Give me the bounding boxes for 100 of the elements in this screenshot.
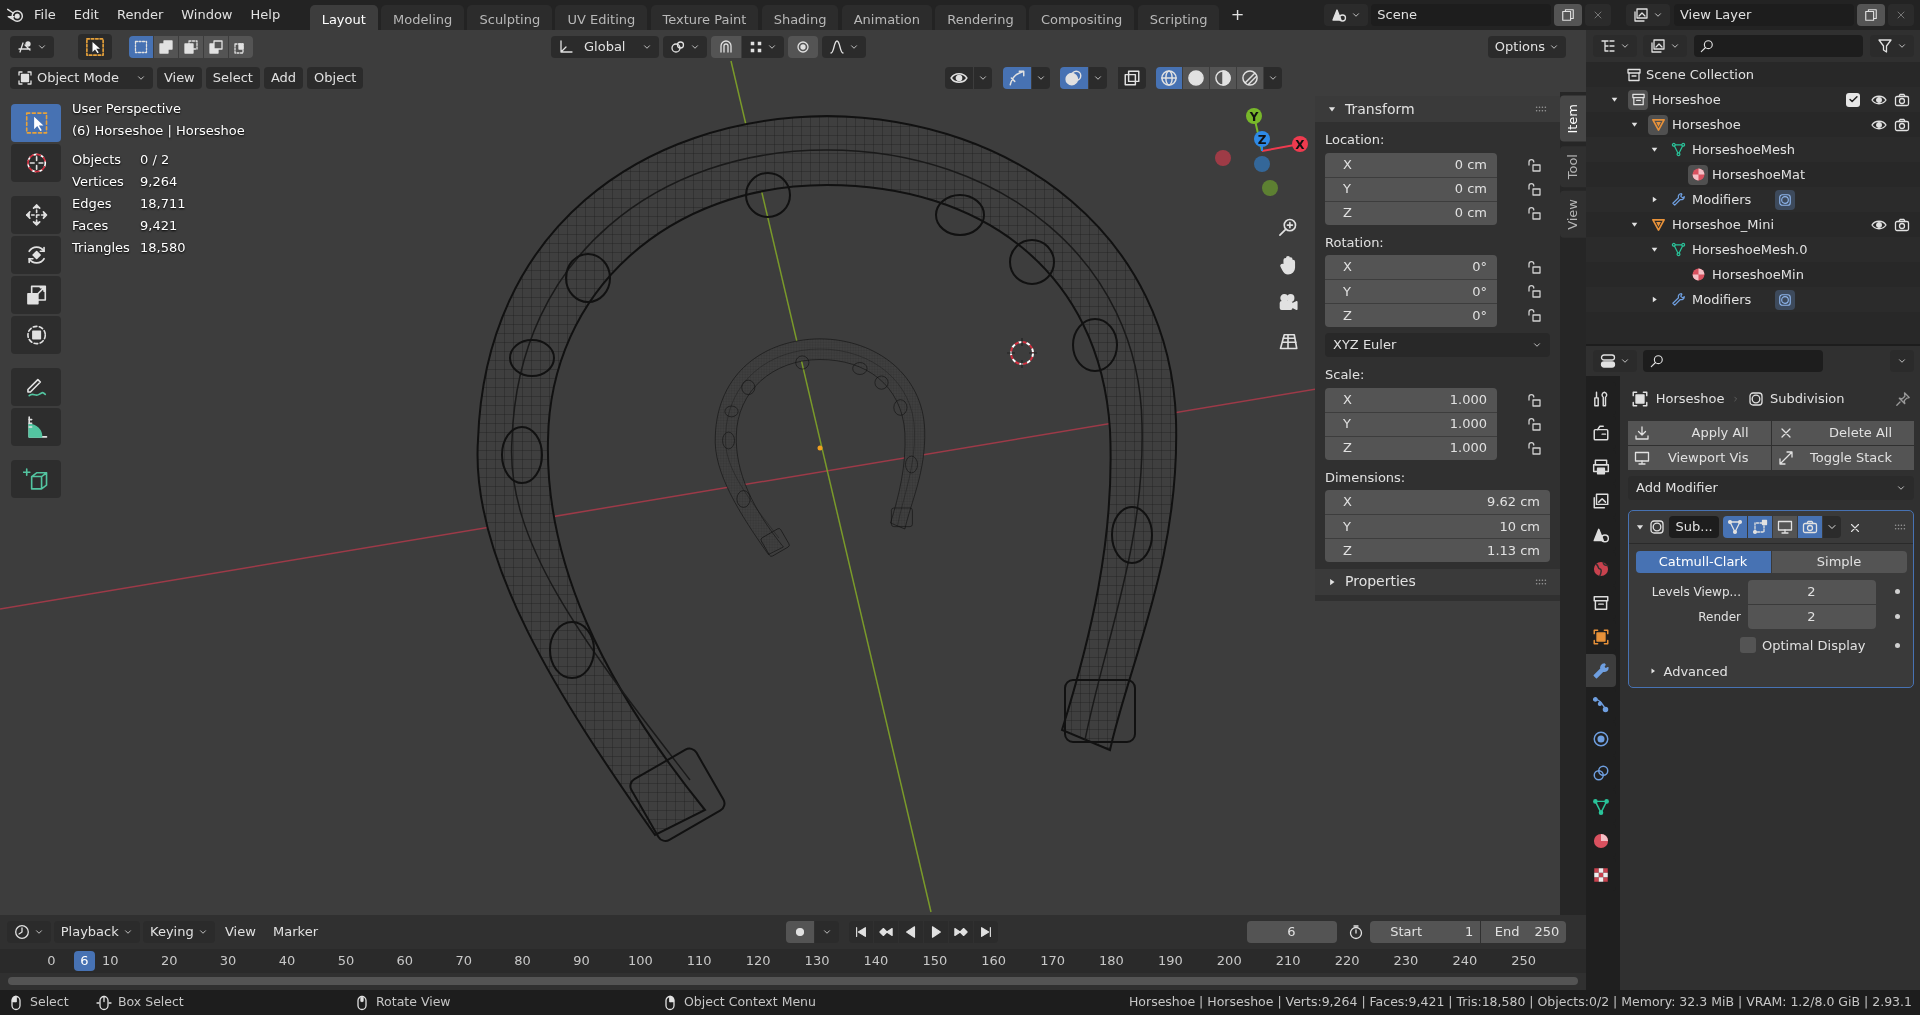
tree-item-label[interactable]: Modifiers [1692,189,1752,210]
action-button[interactable]: Delete All [1771,420,1914,445]
frame-number: 210 [1275,953,1301,969]
rotation-mode-dropdown[interactable]: XYZ Euler [1325,333,1550,357]
menu-item[interactable]: Add [263,66,304,89]
tree-item-label[interactable]: HorseshoeMat [1712,164,1806,185]
menu-item[interactable]: Object [307,66,364,89]
scene-field[interactable]: Scene [1370,4,1551,26]
menu-item[interactable]: Select [205,66,260,89]
hint-label: Object Context Menu [684,993,816,1012]
stat-label: Edges [72,195,113,214]
scene-statistics: Horseshoe | Horseshoe | Verts:9,264 | Faces:9,421 | Tris:18,580 | Objects:0/2 | Memory: 32.3 MiB | VRAM: 1.2/8.0 GiB | 2.93.1 [1128,993,1912,1012]
menu-item[interactable]: Marker [266,921,325,943]
frame-number: 60 [396,953,414,969]
number-field[interactable]: Y 0 cm [1325,176,1497,201]
subdivision-type-button[interactable]: Simple [1771,550,1907,573]
menu-item[interactable]: Window [173,3,241,27]
frame-number: 100 [627,953,653,969]
modifier-name: Subdivision [1770,390,1845,409]
menu-item[interactable]: Help [242,3,289,27]
current-frame-indicator[interactable]: 6 [74,951,95,971]
workspace-tab[interactable]: UV Editing [555,5,648,30]
number-field[interactable]: X 9.62 cm [1325,490,1550,514]
number-field[interactable]: Z 1.13 cm [1325,538,1550,562]
frame-number: 50 [337,953,355,969]
object-name: Horseshoe [1655,390,1725,409]
number-field[interactable]: Z 0 cm [1325,200,1497,225]
subpanel-header[interactable]: Advanced [1629,661,1913,681]
panel-header[interactable]: Transform [1315,96,1560,122]
workspace-tab[interactable]: Sculpting [467,5,553,30]
axis-label: X [1343,390,1352,409]
tree-item-label[interactable]: HorseshoeMesh.0 [1692,239,1808,260]
number-field[interactable]: 2 [1747,579,1876,604]
subdivision-type-button[interactable]: Catmull-Clark [1635,550,1771,573]
menu-dropdown[interactable]: Keying [143,921,215,943]
field-value: 1.13 cm [1487,541,1540,560]
axis-label: Z [1343,306,1352,325]
number-field[interactable]: Y 1.000 [1325,411,1497,436]
tree-item-label[interactable]: Modifiers [1692,289,1752,310]
view-layer-field[interactable]: View Layer [1673,4,1854,26]
frame-number: 90 [573,953,590,969]
tree-item-label[interactable]: HorseshoeMesh [1692,139,1796,160]
tree-item-label[interactable]: Horseshoe [1652,89,1721,110]
number-field[interactable]: Y 0° [1325,279,1497,303]
options-dropdown[interactable]: Options [1487,35,1566,58]
modifier-name-field[interactable]: Sub... [1669,516,1720,538]
tree-item-label[interactable]: Horseshoe_Mini [1672,214,1774,235]
axis-label: Y [1343,282,1351,301]
sidebar-tab[interactable]: View [1560,190,1586,238]
workspace-tab[interactable]: Compositing [1028,5,1135,30]
sidebar-tab[interactable]: Item [1560,96,1586,142]
panel-header[interactable]: Properties [1315,568,1560,595]
checkbox-label[interactable]: Optimal Display [1762,635,1866,655]
menu-item[interactable]: Render [108,3,172,27]
frame-number: 230 [1393,953,1419,969]
number-field[interactable]: X 0° [1325,255,1497,279]
current-frame-field[interactable]: 6 [1246,921,1337,943]
menu-item[interactable]: View [217,921,263,943]
action-button[interactable]: Toggle Stack [1771,445,1914,470]
number-field[interactable]: 2 [1747,604,1876,629]
stat-value: 18,580 [140,239,186,258]
workspace-tab[interactable]: Scripting [1137,5,1220,30]
menu-item[interactable]: File [26,3,64,27]
menu-item[interactable]: Edit [65,3,107,27]
workspace-tab[interactable]: Texture Paint [650,5,759,30]
frame-number: 160 [981,953,1007,969]
field-label: Levels Viewp... [1650,583,1742,601]
number-field[interactable]: X 0 cm [1325,152,1497,177]
frame-number: 250 [1511,953,1537,969]
frame-number: 180 [1099,953,1124,969]
orientation-dropdown[interactable]: Global [550,35,660,58]
axis-label: X [1343,258,1352,277]
action-button[interactable]: Apply All [1628,420,1771,445]
number-field[interactable]: Z 1.000 [1325,435,1497,460]
workspace-tab[interactable]: Rendering [935,5,1026,30]
mode-dropdown[interactable]: Object Mode [10,66,153,89]
menu-item[interactable]: View [156,66,202,89]
axis-label: X [1343,155,1352,174]
number-field[interactable]: Z 0° [1325,303,1497,327]
frame-number: 240 [1452,953,1478,969]
add-workspace-button[interactable]: + [1222,0,1253,30]
tree-item-label[interactable]: Scene Collection [1646,64,1755,85]
tree-item-label[interactable]: HorseshoeMin [1712,264,1804,285]
workspace-tab[interactable]: Animation [841,5,932,30]
menu-dropdown[interactable]: Playback [53,921,140,943]
workspace-tab[interactable]: Shading [761,5,839,30]
add-modifier-dropdown[interactable]: Add Modifier [1628,476,1914,500]
frame-number: 30 [219,953,237,969]
number-field[interactable]: Y 10 cm [1325,514,1550,538]
workspace-tab[interactable]: Layout [309,5,378,30]
field-value: 0° [1472,282,1487,301]
frame-number: 20 [160,953,178,969]
number-field[interactable]: X 1.000 [1325,387,1497,412]
action-button[interactable]: Viewport Vis [1628,445,1771,470]
workspace-tab[interactable]: Modeling [381,5,465,30]
tree-item-label[interactable]: Horseshoe [1672,114,1741,135]
end-frame-field[interactable]: End 250 [1481,921,1567,943]
frame-number: 200 [1216,953,1242,969]
sidebar-tab[interactable]: Tool [1560,145,1586,187]
start-frame-field[interactable]: Start 1 [1370,921,1481,943]
